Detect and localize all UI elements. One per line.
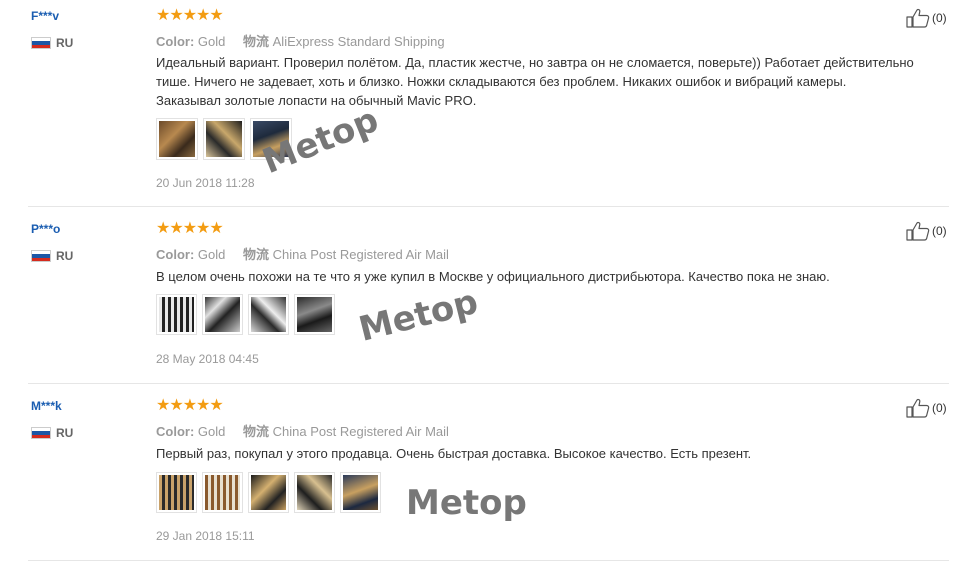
- country-code: RU: [56, 249, 74, 263]
- review-text: Первый раз, покупал у этого продавца. Оч…: [156, 444, 956, 463]
- shipping-label: 物流: [243, 424, 270, 439]
- thumbs-up-icon: [906, 8, 930, 28]
- review-text-line: Заказывал золотые лопасти на обычный Mav…: [156, 93, 477, 108]
- watermark-text: Metop: [406, 483, 527, 523]
- helpful-count: (0): [932, 11, 947, 25]
- review-text-line: Первый раз, покупал у этого продавца. Оч…: [156, 446, 752, 461]
- review-text-line: Идеальный вариант. Проверил полётом. Да,…: [156, 55, 914, 70]
- thumbs-up-icon: [906, 398, 930, 418]
- russia-flag-icon: [31, 250, 51, 262]
- reviewer-country: RU: [31, 426, 73, 440]
- review-divider: [28, 560, 949, 561]
- order-meta: Color: Gold 物流 China Post Registered Air…: [156, 244, 449, 263]
- review-photo-thumbnail[interactable]: [248, 294, 289, 335]
- reviewer-country: RU: [31, 249, 73, 263]
- color-value: Gold: [197, 247, 226, 262]
- order-meta: Color: Gold 物流 AliExpress Standard Shipp…: [156, 31, 445, 50]
- reviewer-name[interactable]: F***v: [31, 9, 59, 23]
- helpful-button[interactable]: (0): [906, 398, 947, 418]
- helpful-count: (0): [932, 401, 947, 415]
- thumbs-up-icon: [906, 221, 930, 241]
- review-photo-thumbnail[interactable]: [156, 472, 197, 513]
- review-date: 29 Jan 2018 15:11: [156, 529, 255, 543]
- review-text-line: В целом очень похожи на те что я уже куп…: [156, 269, 830, 284]
- country-code: RU: [56, 426, 74, 440]
- order-meta: Color: Gold 物流 China Post Registered Air…: [156, 421, 449, 440]
- review-photo-thumbnail[interactable]: [248, 472, 289, 513]
- review-divider: [28, 383, 949, 384]
- russia-flag-icon: [31, 37, 51, 49]
- color-label: Color:: [156, 34, 195, 49]
- shipping-value: AliExpress Standard Shipping: [272, 34, 445, 49]
- review-photo-thumbnail[interactable]: [202, 294, 243, 335]
- reviewer-country: RU: [31, 36, 73, 50]
- review-text: Идеальный вариант. Проверил полётом. Да,…: [156, 53, 956, 110]
- helpful-button[interactable]: (0): [906, 8, 947, 28]
- review-divider: [28, 206, 949, 207]
- review-photo-thumbnail[interactable]: [156, 118, 198, 160]
- star-rating: ★★★★★: [156, 397, 224, 414]
- country-code: RU: [56, 36, 74, 50]
- color-label: Color:: [156, 247, 195, 262]
- review-photos: [156, 472, 381, 513]
- review-photo-thumbnail[interactable]: [202, 472, 243, 513]
- shipping-value: China Post Registered Air Mail: [272, 424, 449, 439]
- shipping-label: 物流: [243, 247, 270, 262]
- watermark-text: Metop: [355, 281, 482, 350]
- color-value: Gold: [197, 424, 226, 439]
- color-value: Gold: [197, 34, 226, 49]
- reviewer-name[interactable]: M***k: [31, 399, 62, 413]
- review-date: 20 Jun 2018 11:28: [156, 176, 255, 190]
- helpful-button[interactable]: (0): [906, 221, 947, 241]
- review-date: 28 May 2018 04:45: [156, 352, 259, 366]
- review-photo-thumbnail[interactable]: [203, 118, 245, 160]
- review-text: В целом очень похожи на те что я уже куп…: [156, 267, 956, 286]
- russia-flag-icon: [31, 427, 51, 439]
- review-photo-thumbnail[interactable]: [340, 472, 381, 513]
- review-photo-thumbnail[interactable]: [294, 472, 335, 513]
- review-text-line: тише. Ничего не задевает, хоть и близко.…: [156, 74, 847, 89]
- shipping-value: China Post Registered Air Mail: [272, 247, 449, 262]
- helpful-count: (0): [932, 224, 947, 238]
- review-photo-thumbnail[interactable]: [156, 294, 197, 335]
- star-rating: ★★★★★: [156, 220, 224, 237]
- review-photos: [156, 294, 335, 335]
- watermark-text: Metop: [257, 99, 385, 183]
- star-rating: ★★★★★: [156, 7, 224, 24]
- reviewer-name[interactable]: P***o: [31, 222, 60, 236]
- color-label: Color:: [156, 424, 195, 439]
- shipping-label: 物流: [243, 34, 270, 49]
- review-photo-thumbnail[interactable]: [294, 294, 335, 335]
